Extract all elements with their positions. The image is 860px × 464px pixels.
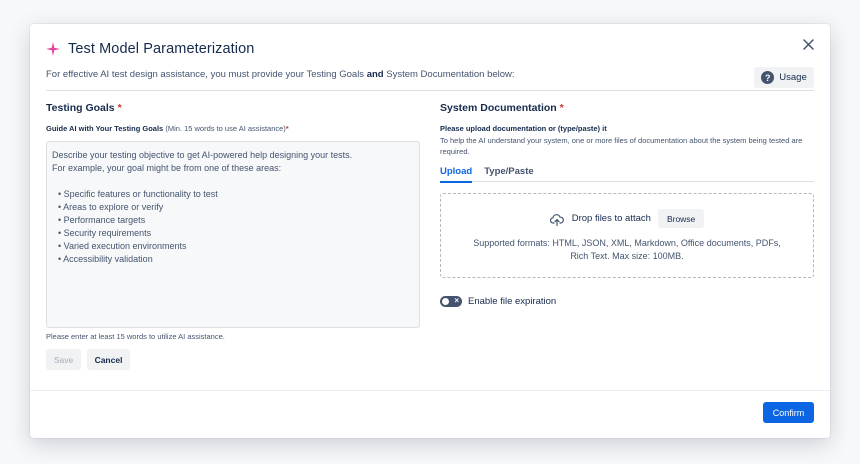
placeholder-line: Describe your testing objective to get A…: [52, 150, 353, 160]
close-button[interactable]: [800, 38, 816, 54]
placeholder-bullet: • Performance targets: [58, 215, 146, 225]
formats-line: Rich Text. Max size: 100MB.: [570, 250, 684, 261]
intro-text-bold: and: [366, 69, 384, 80]
file-expiration-row: × Enable file expiration: [440, 296, 814, 307]
testing-goals-title: Testing Goals *: [46, 102, 420, 114]
system-docs-description: To help the AI understand your system, o…: [440, 136, 803, 156]
file-dropzone[interactable]: Drop files to attach Browse Supported fo…: [440, 193, 814, 278]
placeholder-bullet: • Varied execution environments: [58, 241, 187, 251]
system-docs-sub-label: Please upload documentation or (type/pas…: [440, 124, 607, 133]
required-marker: *: [117, 102, 122, 114]
tab-type-paste[interactable]: Type/Paste: [484, 166, 533, 182]
testing-goals-section: Testing Goals * Guide AI with Your Testi…: [46, 102, 420, 370]
dropzone-row: Drop files to attach Browse: [549, 209, 705, 228]
testing-goals-textarea[interactable]: Describe your testing objective to get A…: [46, 141, 420, 328]
placeholder-bullet: • Specific features or functionality to …: [58, 189, 218, 199]
parameterization-dialog: Test Model Parameterization For effectiv…: [30, 24, 830, 438]
intro-text-end: System Documentation below:: [383, 69, 515, 80]
dialog-header: Test Model Parameterization: [46, 40, 254, 58]
placeholder-bullet: • Security requirements: [58, 228, 152, 238]
sparkle-icon: [46, 42, 60, 56]
save-button[interactable]: Save: [46, 349, 81, 370]
close-icon: [802, 37, 814, 55]
system-docs-title-text: System Documentation: [440, 102, 557, 114]
required-marker: *: [285, 124, 289, 133]
placeholder-line: For example, your goal might be from one…: [52, 163, 282, 173]
confirm-button[interactable]: Confirm: [763, 402, 814, 423]
cancel-button[interactable]: Cancel: [87, 349, 130, 370]
toggle-off-icon: ×: [454, 296, 459, 305]
usage-button[interactable]: ? Usage: [754, 67, 814, 88]
dialog-title: Test Model Parameterization: [68, 41, 255, 57]
testing-goals-label-hint: (Min. 15 words to use AI assistance): [165, 124, 286, 133]
testing-goals-field-label: Guide AI with Your Testing Goals (Min. 1…: [46, 124, 420, 133]
help-icon: ?: [761, 71, 775, 84]
cloud-upload-icon: [549, 213, 564, 226]
required-marker: *: [559, 102, 564, 114]
browse-button[interactable]: Browse: [657, 209, 705, 228]
supported-formats-text: Supported formats: HTML, JSON, XML, Mark…: [457, 237, 797, 262]
file-expiration-label: Enable file expiration: [468, 296, 557, 307]
placeholder-bullet: • Areas to explore or verify: [58, 202, 164, 212]
file-expiration-toggle[interactable]: ×: [440, 296, 462, 307]
footer-divider: [30, 390, 830, 391]
header-divider: [46, 90, 814, 91]
testing-goals-actions: Save Cancel: [46, 349, 420, 370]
system-documentation-section: System Documentation * Please upload doc…: [440, 102, 814, 307]
tab-upload[interactable]: Upload: [440, 166, 473, 183]
drop-files-text: Drop files to attach: [571, 213, 651, 224]
testing-goals-helper-text: Please enter at least 15 words to utiliz…: [46, 332, 225, 341]
system-docs-tabs: Upload Type/Paste: [440, 166, 814, 183]
placeholder-gap: [52, 175, 414, 188]
usage-label: Usage: [779, 72, 807, 83]
placeholder-bullet: • Accessibility validation: [58, 254, 153, 264]
system-docs-title: System Documentation *: [440, 102, 814, 114]
toggle-knob: [442, 298, 449, 305]
intro-text-start: For effective AI test design assistance,…: [46, 69, 367, 80]
formats-line: Supported formats: HTML, JSON, XML, Mark…: [473, 238, 781, 248]
intro-text: For effective AI test design assistance,…: [46, 69, 515, 80]
testing-goals-label-text: Guide AI with Your Testing Goals: [46, 124, 164, 133]
testing-goals-title-text: Testing Goals: [46, 102, 115, 114]
